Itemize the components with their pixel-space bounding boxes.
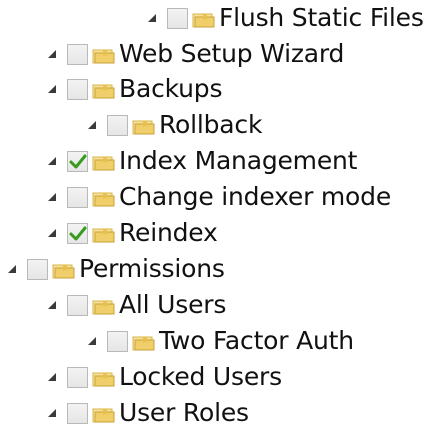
tree-node-backups[interactable]: Backups [47,71,222,107]
tree-node-checkbox[interactable] [27,258,48,280]
folder-icon [92,295,115,316]
tree-node-permissions[interactable]: Permissions [7,251,225,287]
tree-node-label: Backups [119,74,223,103]
expand-arrow-icon[interactable] [47,408,57,418]
expand-arrow-icon[interactable] [47,192,57,202]
tree-node-label: Flush Static Files [219,3,424,32]
folder-icon [192,8,215,29]
tree-node-index-management[interactable]: Index Management [47,143,357,179]
tree-node-locked-users[interactable]: Locked Users [47,359,282,395]
folder-icon [52,259,75,280]
tree-node-reindex[interactable]: Reindex [47,215,218,251]
tree-node-label: Index Management [119,146,358,175]
expand-arrow-icon[interactable] [47,300,57,310]
tree-node-web-setup-wizard[interactable]: Web Setup Wizard [47,36,344,72]
expand-arrow-icon[interactable] [7,264,17,274]
folder-icon [132,115,155,136]
tree-node-label: Permissions [79,254,225,283]
expand-arrow-icon[interactable] [47,49,57,59]
folder-icon [92,151,115,172]
tree-node-rollback[interactable]: Rollback [87,107,262,143]
tree-node-label: Reindex [119,218,218,247]
expand-arrow-icon[interactable] [87,336,97,346]
tree-node-label: User Roles [119,398,249,427]
tree-node-label: Web Setup Wizard [119,39,345,68]
expand-arrow-icon[interactable] [47,84,57,94]
expand-arrow-icon[interactable] [47,156,57,166]
tree-node-flush-static-files[interactable]: Flush Static Files [147,0,424,36]
tree-node-checkbox[interactable] [67,294,88,316]
folder-icon [92,44,115,65]
checkmark-icon [69,154,87,168]
tree-node-label: Rollback [159,110,263,139]
tree-node-checkbox[interactable] [67,78,88,100]
expand-arrow-icon[interactable] [87,120,97,130]
tree-node-label: All Users [119,290,227,319]
tree-node-checkbox[interactable] [167,7,188,29]
tree-node-checkbox[interactable] [107,114,128,136]
tree-node-checkbox[interactable] [67,43,88,65]
tree-node-label: Locked Users [119,362,282,391]
tree-node-checkbox[interactable] [107,330,128,352]
tree-node-change-indexer-mode[interactable]: Change indexer mode [47,179,391,215]
expand-arrow-icon[interactable] [47,372,57,382]
tree-node-checkbox[interactable] [67,222,88,244]
tree-node-two-factor-auth[interactable]: Two Factor Auth [87,323,354,359]
checkmark-icon [69,226,87,240]
folder-icon [92,403,115,424]
folder-icon [92,187,115,208]
tree-node-label: Change indexer mode [119,182,391,211]
tree-node-checkbox[interactable] [67,186,88,208]
expand-arrow-icon[interactable] [47,228,57,238]
folder-icon [92,367,115,388]
tree-node-checkbox[interactable] [67,150,88,172]
tree-node-all-users[interactable]: All Users [47,287,226,323]
tree-node-checkbox[interactable] [67,402,88,424]
folder-icon [92,223,115,244]
tree-node-checkbox[interactable] [67,366,88,388]
expand-arrow-icon[interactable] [147,13,157,23]
tree-node-user-roles[interactable]: User Roles [47,395,249,431]
tree-node-label: Two Factor Auth [159,326,354,355]
folder-icon [92,79,115,100]
folder-icon [132,331,155,352]
